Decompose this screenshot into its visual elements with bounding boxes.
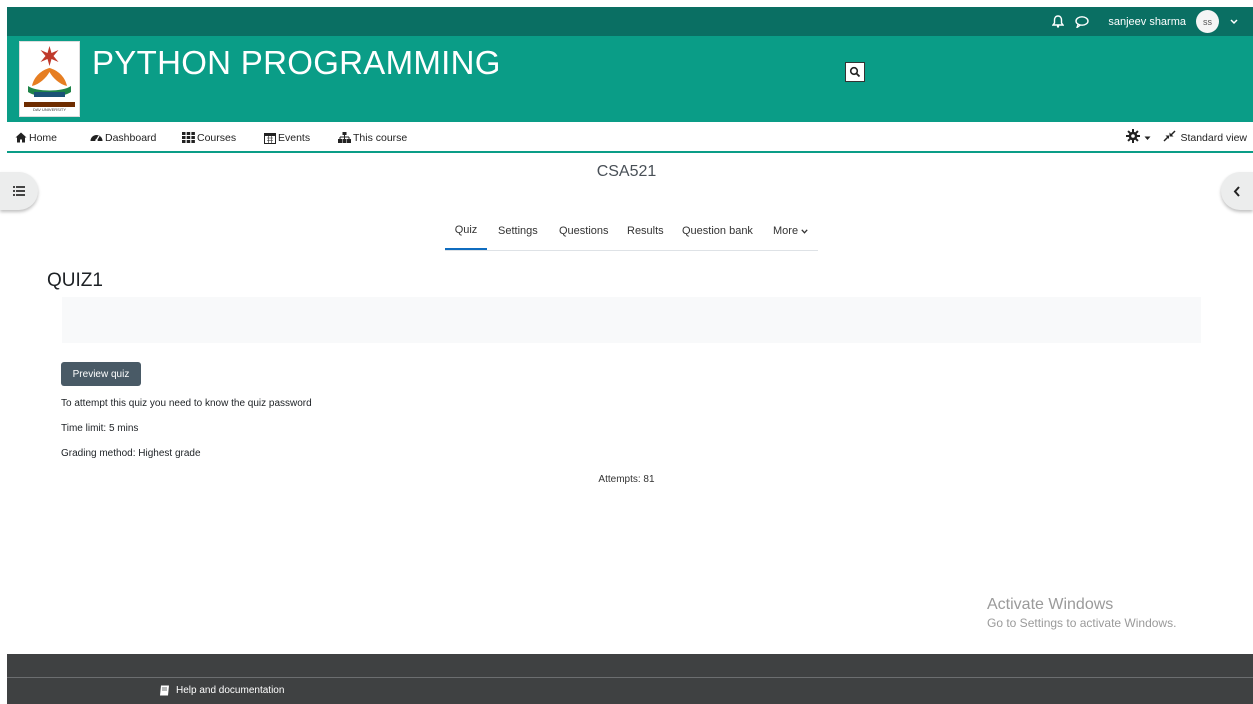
- nav-courses-label: Courses: [197, 131, 237, 144]
- activation-watermark: Activate Windows Go to Settings to activ…: [987, 596, 1176, 630]
- user-name[interactable]: sanjeev sharma: [1108, 16, 1186, 28]
- tab-question-bank[interactable]: Question bank: [682, 212, 753, 250]
- tab-results[interactable]: Results: [627, 212, 664, 250]
- page-footer: Help and documentation: [7, 654, 1253, 704]
- logo-text: DAV UNIVERSITY: [33, 107, 66, 112]
- page-title: QUIZ1: [47, 270, 103, 291]
- search-icon[interactable]: [845, 62, 865, 82]
- password-note: To attempt this quiz you need to know th…: [61, 398, 312, 409]
- preview-quiz-button[interactable]: Preview quiz: [61, 362, 141, 386]
- nav-home[interactable]: Home: [15, 122, 57, 153]
- course-index-toggle[interactable]: [0, 172, 38, 210]
- nav-dashboard-label: Dashboard: [105, 131, 157, 144]
- standard-view-link[interactable]: Standard view: [1180, 132, 1247, 144]
- grid-icon: [182, 132, 195, 143]
- help-link-label: Help and documentation: [176, 685, 285, 696]
- calendar-icon: [264, 132, 276, 144]
- tab-questions-label: Questions: [559, 225, 609, 237]
- nav-right-tools: Standard view: [1126, 122, 1247, 153]
- tab-questions[interactable]: Questions: [559, 212, 609, 250]
- home-icon: [15, 132, 27, 143]
- compress-icon: [1163, 130, 1176, 145]
- user-area: sanjeev sharma ss: [1050, 7, 1241, 36]
- tab-more[interactable]: More: [773, 212, 808, 250]
- tab-settings[interactable]: Settings: [498, 212, 538, 250]
- nav-this-course-label: This course: [353, 131, 408, 144]
- nav-events-label: Events: [278, 131, 311, 144]
- sitemap-icon: [338, 132, 351, 143]
- chevron-left-icon: [1233, 185, 1240, 197]
- course-code[interactable]: CSA521: [0, 163, 1253, 181]
- list-icon: [13, 186, 25, 196]
- book-icon: [160, 685, 169, 696]
- quiz-intro-box: [62, 297, 1201, 343]
- block-drawer-toggle[interactable]: [1221, 172, 1253, 210]
- tab-results-label: Results: [627, 225, 664, 237]
- help-link[interactable]: Help and documentation: [159, 685, 284, 696]
- tab-settings-label: Settings: [498, 225, 538, 237]
- top-bar: sanjeev sharma ss: [7, 7, 1253, 36]
- bell-icon[interactable]: [1050, 14, 1066, 30]
- nav-this-course[interactable]: This course: [338, 122, 407, 153]
- secondary-navigation: Quiz Settings Questions Results Question…: [445, 212, 818, 251]
- footer-divider: [7, 677, 1253, 678]
- tab-question-bank-label: Question bank: [682, 225, 753, 237]
- site-title[interactable]: PYTHON PROGRAMMING: [92, 44, 501, 82]
- primary-navigation: Home Dashboard Courses Events This cours…: [7, 122, 1253, 153]
- chevron-down-icon[interactable]: [1227, 15, 1241, 29]
- chevron-down-icon: [801, 228, 808, 234]
- chat-icon[interactable]: [1074, 14, 1090, 30]
- avatar[interactable]: ss: [1196, 10, 1219, 33]
- watermark-title: Activate Windows: [987, 596, 1114, 613]
- time-limit: Time limit: 5 mins: [61, 423, 139, 434]
- university-logo[interactable]: DAV UNIVERSITY: [19, 41, 80, 117]
- nav-dashboard[interactable]: Dashboard: [90, 122, 156, 153]
- nav-courses[interactable]: Courses: [182, 122, 236, 153]
- dashboard-icon: [90, 135, 103, 142]
- watermark-subtitle: Go to Settings to activate Windows.: [987, 616, 1177, 630]
- grading-method: Grading method: Highest grade: [61, 448, 201, 459]
- nav-home-label: Home: [29, 131, 58, 144]
- tab-more-label: More: [773, 225, 799, 237]
- tab-quiz-label: Quiz: [454, 224, 478, 236]
- site-header: DAV UNIVERSITY PYTHON PROGRAMMING: [7, 36, 1253, 122]
- tab-quiz[interactable]: Quiz: [445, 212, 487, 250]
- chevron-down-icon[interactable]: [1144, 132, 1151, 144]
- attempts-link[interactable]: Attempts: 81: [0, 474, 1253, 485]
- gear-icon[interactable]: [1126, 129, 1141, 146]
- nav-events[interactable]: Events: [264, 122, 310, 153]
